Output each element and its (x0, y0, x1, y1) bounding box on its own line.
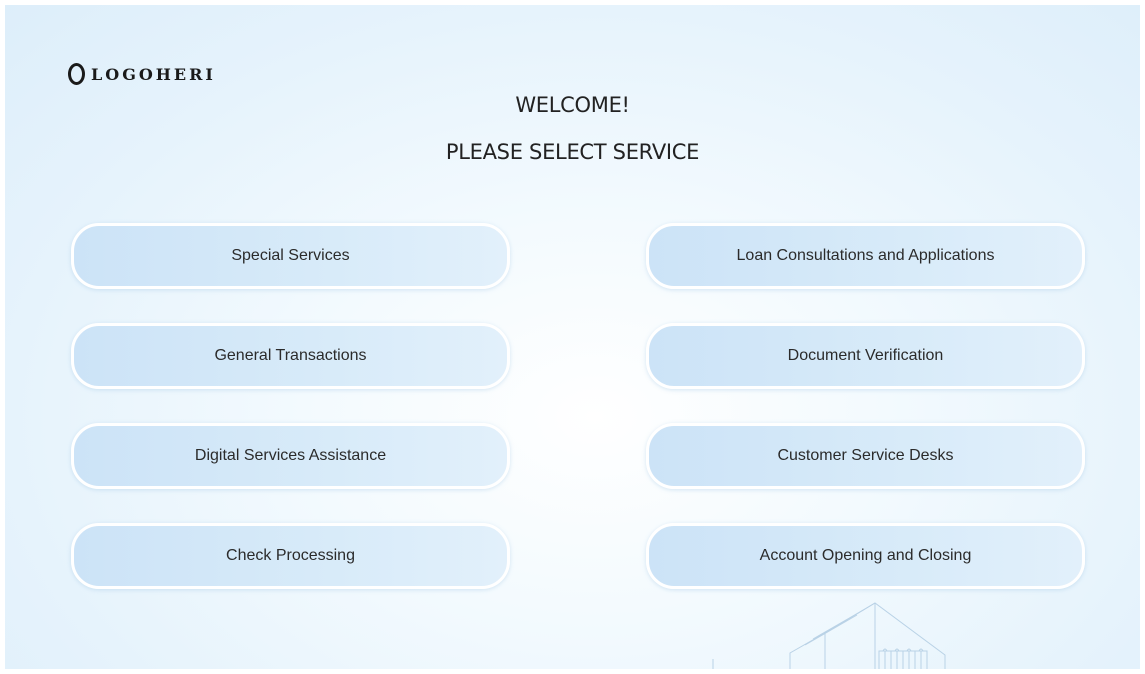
customer-service-desks-button[interactable]: Customer Service Desks (646, 423, 1085, 489)
digital-services-assistance-button[interactable]: Digital Services Assistance (71, 423, 510, 489)
document-verification-button[interactable]: Document Verification (646, 323, 1085, 389)
welcome-heading: WELCOME! (515, 93, 630, 117)
logo: LOGOHERI (68, 59, 216, 89)
building-illustration-icon (712, 602, 946, 669)
check-processing-button[interactable]: Check Processing (71, 523, 510, 589)
logo-text: LOGOHERI (91, 64, 216, 84)
select-service-heading: PLEASE SELECT SERVICE (445, 140, 700, 164)
circle-logo-icon (68, 63, 85, 85)
account-opening-closing-button[interactable]: Account Opening and Closing (646, 523, 1085, 589)
special-services-button[interactable]: Special Services (71, 223, 510, 289)
loan-consultations-button[interactable]: Loan Consultations and Applications (646, 223, 1085, 289)
general-transactions-button[interactable]: General Transactions (71, 323, 510, 389)
service-selection-screen: LOGOHERI WELCOME! PLEASE SELECT SERVICE … (5, 5, 1140, 669)
